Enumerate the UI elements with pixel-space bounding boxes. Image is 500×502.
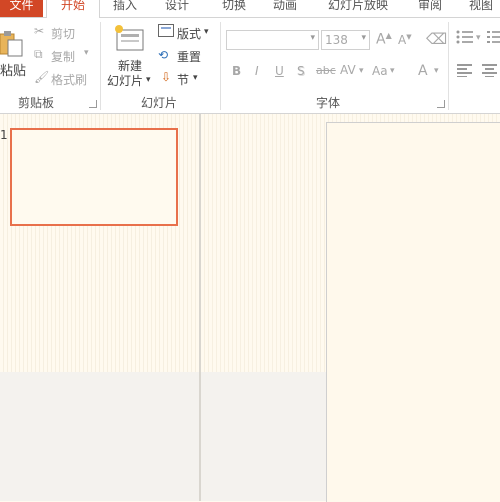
bullets-chevron-down-icon[interactable]: ▾ — [476, 33, 481, 43]
underline-button[interactable]: U — [275, 64, 284, 78]
layout-button[interactable]: 版式 — [177, 25, 201, 42]
font-launcher-icon[interactable] — [437, 100, 445, 108]
font-size-chevron-down-icon[interactable]: ▾ — [361, 33, 366, 43]
slide-thumbnail[interactable] — [10, 128, 178, 226]
grow-font-button[interactable]: A▲ — [376, 31, 392, 48]
copy-icon: ⧉ — [34, 47, 43, 61]
reset-icon: ⟲ — [158, 48, 169, 62]
ribbon-tab-bar: 文件 开始 插入 设计 切换 动画 幻灯片放映 审阅 视图 — [0, 0, 500, 18]
format-painter-icon: 🖌 — [34, 70, 50, 84]
align-left-icon[interactable] — [457, 64, 473, 80]
shadow-button[interactable]: S — [297, 64, 305, 78]
shrink-font-button[interactable]: A▼ — [398, 33, 412, 47]
slide-number: 1 — [0, 128, 8, 142]
tab-view[interactable]: 视图 — [459, 0, 500, 17]
char-spacing-button[interactable]: AV — [340, 63, 356, 77]
char-spacing-chevron-down-icon[interactable]: ▾ — [359, 66, 364, 76]
font-size-value: 138 — [325, 33, 348, 47]
paste-button[interactable]: 粘贴 — [0, 60, 26, 79]
font-color-button[interactable]: A — [418, 63, 428, 79]
new-slide-chevron-down-icon[interactable]: ▾ — [146, 75, 151, 85]
editor-empty-area — [201, 372, 326, 501]
tab-insert[interactable]: 插入 — [103, 0, 147, 17]
section-icon: ⇩ — [161, 70, 172, 84]
copy-chevron-down-icon[interactable]: ▾ — [84, 48, 89, 58]
tab-transitions[interactable]: 切换 — [212, 0, 256, 17]
font-name-chevron-down-icon[interactable]: ▾ — [310, 33, 315, 43]
slide-canvas[interactable] — [326, 122, 500, 502]
strikethrough-button[interactable]: abc — [316, 64, 336, 77]
section-chevron-down-icon[interactable]: ▾ — [193, 73, 198, 83]
format-painter-button[interactable]: 格式刷 — [51, 71, 87, 88]
clipboard-launcher-icon[interactable] — [89, 100, 97, 108]
bold-button[interactable]: B — [232, 64, 241, 78]
italic-button[interactable]: I — [255, 64, 259, 78]
font-color-chevron-down-icon[interactable]: ▾ — [434, 66, 439, 76]
reset-button[interactable]: 重置 — [177, 48, 201, 65]
tab-home[interactable]: 开始 — [46, 0, 100, 18]
font-size-combo[interactable]: 138 ▾ — [321, 30, 370, 50]
layout-chevron-down-icon[interactable]: ▾ — [204, 27, 209, 37]
bullets-icon[interactable] — [456, 30, 474, 47]
clipboard-group-label: 剪贴板 — [18, 96, 55, 110]
group-separator — [220, 22, 221, 110]
tab-file[interactable]: 文件 — [0, 0, 43, 17]
change-case-button[interactable]: Aa — [372, 64, 388, 78]
thumbnail-pane-empty-area — [0, 372, 199, 501]
cut-button[interactable]: 剪切 — [51, 25, 75, 42]
align-center-icon[interactable] — [482, 64, 498, 80]
slides-group-label: 幻灯片 — [141, 96, 178, 110]
clear-formatting-icon[interactable]: ⌫ — [426, 30, 447, 48]
tab-design[interactable]: 设计 — [155, 0, 199, 17]
tab-slideshow[interactable]: 幻灯片放映 — [318, 0, 398, 17]
section-button[interactable]: 节 — [177, 71, 189, 88]
font-name-combo[interactable]: ▾ — [226, 30, 319, 50]
layout-icon — [158, 24, 174, 40]
copy-button[interactable]: 复制 — [51, 48, 75, 65]
font-group-label: 字体 — [316, 96, 341, 110]
new-slide-icon[interactable] — [114, 24, 146, 54]
group-separator — [100, 22, 101, 110]
change-case-chevron-down-icon[interactable]: ▾ — [390, 66, 395, 76]
paste-icon[interactable] — [0, 30, 24, 58]
tab-animations[interactable]: 动画 — [263, 0, 307, 17]
tab-review[interactable]: 审阅 — [408, 0, 452, 17]
group-separator — [448, 22, 449, 110]
numbering-icon[interactable] — [487, 30, 500, 47]
new-slide-button[interactable]: 幻灯片 — [107, 72, 143, 89]
cut-icon: ✂ — [34, 24, 45, 38]
